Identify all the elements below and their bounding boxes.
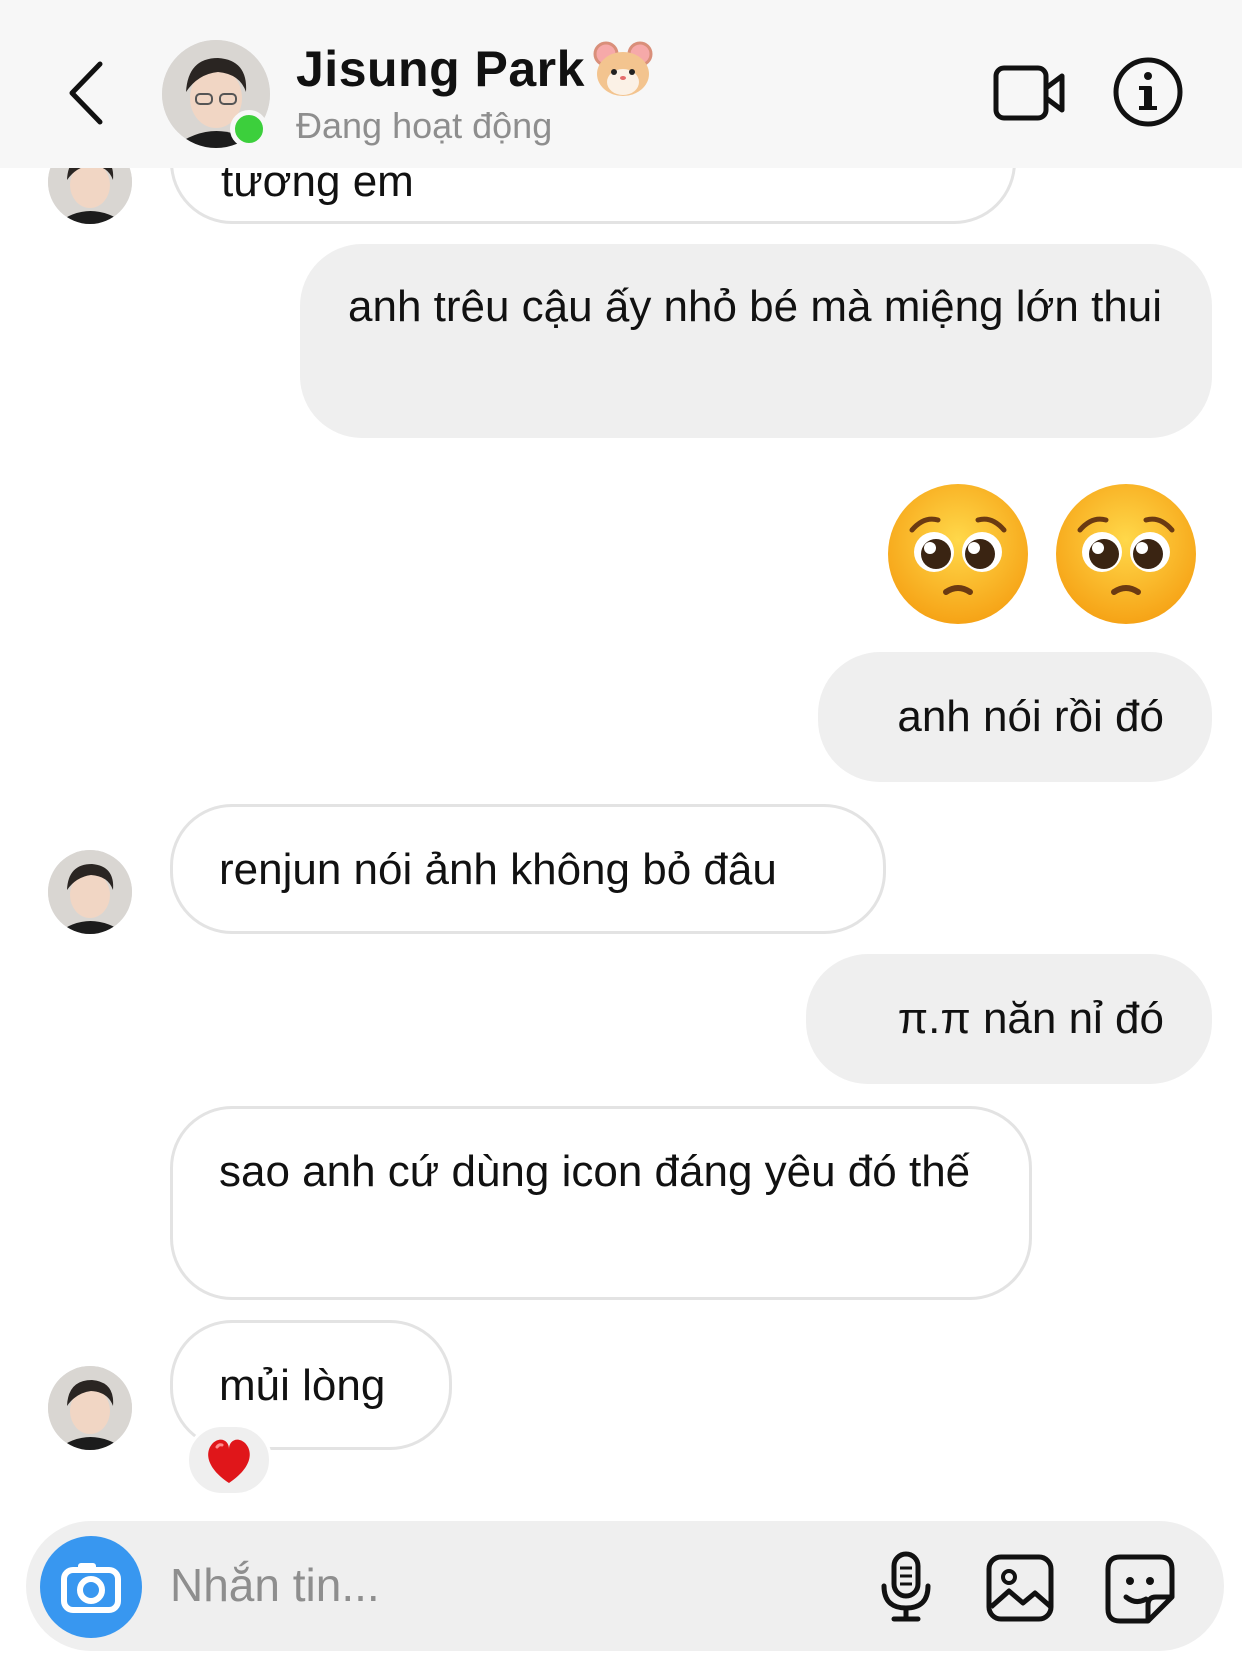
heart-icon	[208, 1439, 250, 1483]
message-outgoing[interactable]: anh nói rồi đó	[818, 652, 1212, 782]
message-outgoing[interactable]: π.π năn nỉ đó	[806, 954, 1212, 1084]
camera-button[interactable]	[40, 1536, 142, 1638]
message-text: renjun nói ảnh không bỏ đâu	[219, 845, 777, 894]
hamster-emoji-icon	[593, 41, 653, 96]
message-outgoing[interactable]: anh trêu cậu ấy nhỏ bé mà miệng lớn thui	[300, 244, 1212, 438]
camera-icon	[61, 1563, 121, 1613]
info-icon[interactable]	[1112, 56, 1184, 128]
active-status: Đang hoạt động	[296, 105, 553, 146]
contact-avatar-small[interactable]	[48, 850, 132, 934]
message-incoming[interactable]: sao anh cứ dùng icon đáng yêu đó thế	[170, 1106, 1032, 1300]
microphone-icon[interactable]	[878, 1550, 934, 1624]
message-text: anh nói rồi đó	[897, 692, 1164, 741]
message-reaction[interactable]	[186, 1424, 272, 1496]
message-text: sao anh cứ dùng icon đáng yêu đó thế	[219, 1147, 971, 1196]
message-text: mủi lòng	[219, 1361, 386, 1410]
back-arrow-icon[interactable]	[62, 58, 112, 128]
gallery-icon[interactable]	[985, 1553, 1055, 1623]
pleading-face-icon	[888, 484, 1196, 624]
message-input[interactable]: Nhắn tin...	[170, 1558, 380, 1612]
contact-avatar-small[interactable]	[48, 1366, 132, 1450]
online-status-dot	[230, 110, 268, 148]
message-text: π.π năn nỉ đó	[897, 994, 1164, 1043]
contact-name[interactable]: Jisung Park	[296, 40, 585, 98]
video-call-icon[interactable]	[992, 60, 1068, 126]
sticker-icon[interactable]	[1104, 1553, 1176, 1625]
message-text: anh trêu cậu ấy nhỏ bé mà miệng lớn thui	[348, 282, 1163, 331]
emoji-message[interactable]	[884, 480, 1214, 630]
message-incoming[interactable]: renjun nói ảnh không bỏ đâu	[170, 804, 886, 934]
